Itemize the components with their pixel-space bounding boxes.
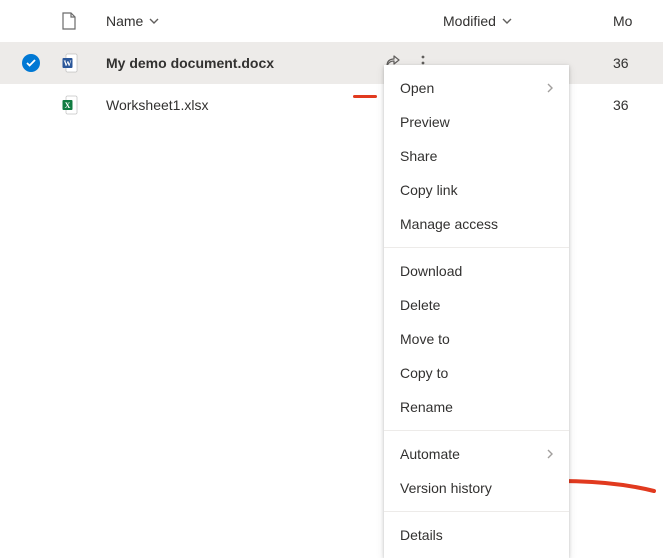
file-type-icon [62,12,76,30]
svg-text:W: W [64,59,72,68]
menu-item-label: Version history [400,480,492,496]
menu-version-history[interactable]: Version history [384,471,569,505]
menu-item-label: Share [400,148,437,164]
context-menu: Open Preview Share Copy link Manage acce… [384,65,569,558]
file-type-cell: X [62,95,106,115]
chevron-right-icon [547,449,553,459]
menu-delete[interactable]: Delete [384,288,569,322]
menu-preview[interactable]: Preview [384,105,569,139]
chevron-down-icon [502,18,511,24]
menu-item-label: Rename [400,399,453,415]
header-modified-by-label: Mo [613,13,632,29]
menu-item-label: Open [400,80,434,96]
menu-download[interactable]: Download [384,254,569,288]
file-type-cell: W [62,53,106,73]
menu-item-label: Download [400,263,462,279]
menu-item-label: Copy link [400,182,458,198]
annotation-underline [353,95,377,98]
menu-details[interactable]: Details [384,518,569,552]
menu-item-label: Details [400,527,443,543]
excel-file-icon: X [62,95,78,115]
menu-automate[interactable]: Automate [384,437,569,471]
modified-by-partial: 36 [613,97,629,113]
chevron-down-icon [149,18,158,24]
menu-rename[interactable]: Rename [384,390,569,424]
menu-manage-access[interactable]: Manage access [384,207,569,241]
file-name: My demo document.docx [106,55,274,71]
header-name[interactable]: Name [106,13,158,29]
menu-item-label: Copy to [400,365,448,381]
menu-move-to[interactable]: Move to [384,322,569,356]
menu-copy-to[interactable]: Copy to [384,356,569,390]
word-file-icon: W [62,53,78,73]
menu-open[interactable]: Open [384,71,569,105]
file-name: Worksheet1.xlsx [106,97,208,113]
check-icon [26,59,36,67]
row-selected-check[interactable] [22,54,40,72]
modified-by-partial: 36 [613,55,629,71]
header-modified-by[interactable]: Mo [613,13,632,29]
chevron-right-icon [547,83,553,93]
menu-item-label: Preview [400,114,450,130]
menu-item-label: Move to [400,331,450,347]
header-modified[interactable]: Modified [443,13,511,29]
header-modified-label: Modified [443,13,496,29]
menu-item-label: Manage access [400,216,498,232]
menu-copy-link[interactable]: Copy link [384,173,569,207]
menu-share[interactable]: Share [384,139,569,173]
list-header: Name Modified Mo [0,0,663,42]
svg-text:X: X [65,101,71,110]
header-type-icon[interactable] [62,12,106,30]
menu-item-label: Delete [400,297,440,313]
menu-item-label: Automate [400,446,460,462]
header-name-label: Name [106,13,143,29]
